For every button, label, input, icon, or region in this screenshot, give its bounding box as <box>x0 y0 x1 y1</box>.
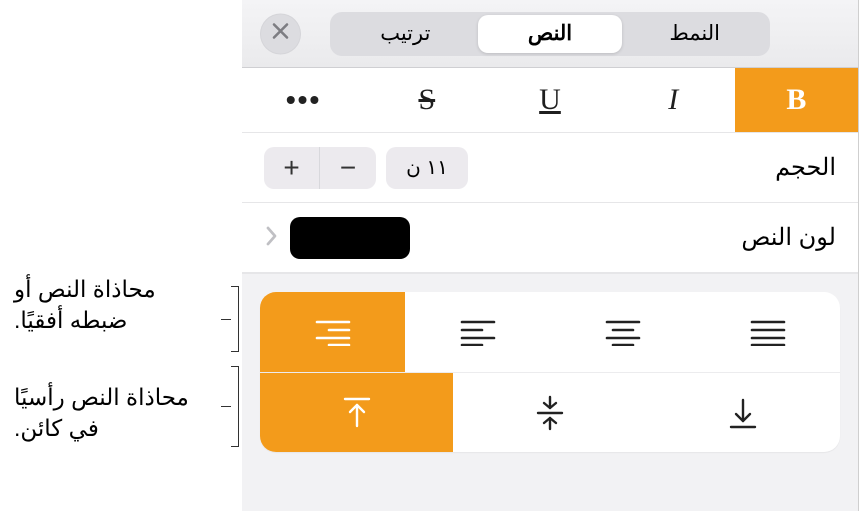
vertical-align-row <box>260 372 840 452</box>
size-decrease-button[interactable]: − <box>320 147 376 189</box>
size-row: الحجم ١١ ن − + <box>242 133 858 203</box>
size-increase-button[interactable]: + <box>264 147 320 189</box>
tab-arrange[interactable]: ترتيب <box>333 15 478 53</box>
strikethrough-icon: S <box>418 83 435 117</box>
size-stepper: − + <box>264 147 376 189</box>
tab-bar: النمط النص ترتيب <box>242 0 858 68</box>
align-left-button[interactable] <box>405 292 550 372</box>
valign-middle-button[interactable] <box>453 373 646 452</box>
align-left-icon <box>460 318 496 346</box>
close-icon <box>272 23 289 45</box>
size-value[interactable]: ١١ ن <box>386 147 468 189</box>
valign-top-icon <box>342 396 372 430</box>
valign-middle-icon <box>535 395 565 431</box>
text-color-row[interactable]: لون النص <box>242 203 858 273</box>
italic-button[interactable]: I <box>612 68 735 132</box>
align-center-button[interactable] <box>550 292 695 372</box>
align-justify-icon <box>750 318 786 346</box>
bracket-lead-2 <box>221 406 231 407</box>
alignment-section <box>242 273 858 511</box>
tab-segmented-control: النمط النص ترتيب <box>330 12 770 56</box>
text-color-value <box>264 217 410 259</box>
bracket-lead-1 <box>221 319 231 320</box>
color-swatch[interactable] <box>290 217 410 259</box>
align-right-icon <box>315 318 351 346</box>
valign-bottom-icon <box>728 396 758 430</box>
align-justify-button[interactable] <box>695 292 840 372</box>
close-button[interactable] <box>260 13 301 54</box>
alignment-card <box>260 292 840 452</box>
callout-vertical-align: محاذاة النص رأسيًا في كائن. <box>14 382 219 444</box>
underline-button[interactable]: U <box>488 68 611 132</box>
strikethrough-button[interactable]: S <box>365 68 488 132</box>
italic-icon: I <box>668 83 678 117</box>
align-center-icon <box>605 318 641 346</box>
more-styles-button[interactable]: ••• <box>242 68 365 132</box>
horizontal-align-row <box>260 292 840 372</box>
bold-button[interactable]: B <box>735 68 858 132</box>
text-color-label: لون النص <box>741 223 836 252</box>
more-icon: ••• <box>286 84 321 116</box>
bracket-2 <box>231 366 239 447</box>
bracket-1 <box>231 286 239 352</box>
format-panel: النمط النص ترتيب B I U S ••• الحجم ١١ ن … <box>242 0 859 511</box>
align-right-button[interactable] <box>260 292 405 372</box>
size-label: الحجم <box>775 153 836 182</box>
chevron-left-icon <box>264 222 278 254</box>
text-style-row: B I U S ••• <box>242 68 858 133</box>
size-stepper-group: ١١ ن − + <box>264 147 468 189</box>
tab-text[interactable]: النص <box>478 15 623 53</box>
underline-icon: U <box>539 83 561 117</box>
valign-bottom-button[interactable] <box>647 373 840 452</box>
callout-horizontal-align: محاذاة النص أو ضبطه أفقيًا. <box>14 274 219 336</box>
bold-icon: B <box>786 83 806 117</box>
tab-style[interactable]: النمط <box>622 15 767 53</box>
valign-top-button[interactable] <box>260 373 453 452</box>
